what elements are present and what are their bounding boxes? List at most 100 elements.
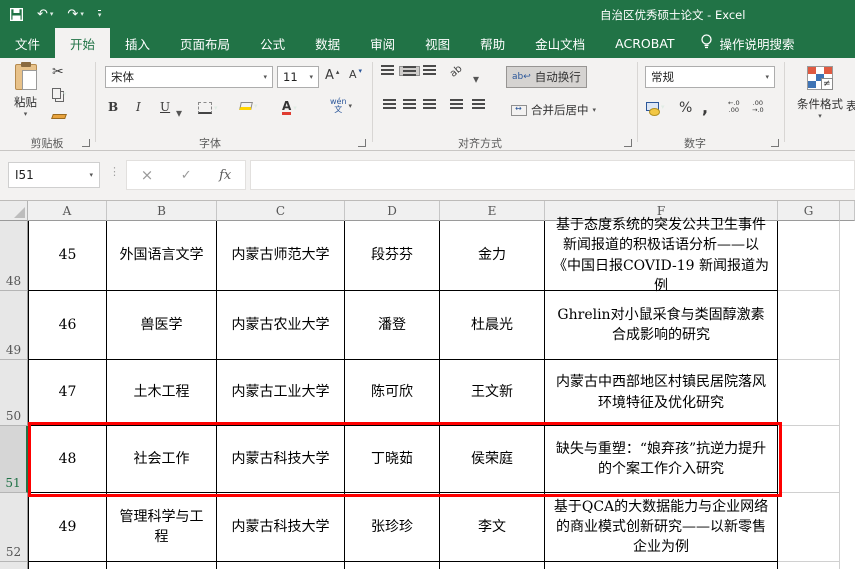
format-painter-button[interactable] [52,106,66,119]
name-box[interactable]: I51 ▾ [8,162,100,188]
cell-e52[interactable]: 李文 [440,493,545,562]
conditional-formatting-button[interactable]: ≠ 条件格式 ▾ [788,64,852,120]
tab-wps-docs[interactable]: 金山文档 [520,28,600,58]
cell-b49[interactable]: 兽医学 [107,291,217,360]
cell-a49[interactable]: 46 [28,291,107,360]
paste-button[interactable]: 粘贴 ▾ [14,64,37,118]
column-header-a[interactable]: A [28,201,107,221]
cell-f50[interactable]: 内蒙古中西部地区村镇民居院落风环境特征及优化研究 [545,360,778,426]
tell-me-search[interactable]: 操作说明搜索 [690,28,805,58]
cell-a51[interactable]: 48 [28,426,107,493]
cell-f53[interactable] [545,562,778,569]
underline-button[interactable]: U [160,100,170,114]
font-size-combo[interactable]: 11▾ [277,66,319,88]
tab-review[interactable]: 审阅 [355,28,410,58]
cell-f52[interactable]: 基于QCA的大数据能力与企业网络的商业模式创新研究——以新零售企业为例 [545,493,778,562]
percent-style-button[interactable]: % [679,100,692,116]
select-all-corner[interactable] [0,201,28,221]
cell-d52[interactable]: 张珍珍 [345,493,440,562]
cell-b50[interactable]: 土木工程 [107,360,217,426]
decrease-decimal-button[interactable]: .00 →.0 [752,100,764,114]
row-header-52[interactable]: 52 [0,493,28,562]
undo-button[interactable]: ↶▾ [37,7,53,22]
redo-button[interactable]: ↷▾ [67,7,83,22]
cell-a52[interactable]: 49 [28,493,107,562]
cell-e53[interactable] [440,562,545,569]
wrap-text-button[interactable]: ab↩ 自动换行 [506,66,587,88]
font-dialog-launcher[interactable] [358,139,366,147]
cell-f48[interactable]: 基于态度系统的突发公共卫生事件新闻报道的积极话语分析——以《中国日报COVID-… [545,221,778,291]
increase-font-size-button[interactable]: A▴ [325,68,339,83]
cell-d50[interactable]: 陈可欣 [345,360,440,426]
cell-b52[interactable]: 管理科学与工程 [107,493,217,562]
number-format-combo[interactable]: 常规▾ [645,66,775,88]
cell-h48[interactable] [840,221,855,291]
tab-file[interactable]: 文件 [0,28,55,58]
merge-center-button[interactable]: 合并后居中 ▾ [506,100,601,120]
borders-button[interactable]: ▾ [198,102,218,114]
format-as-table-label-partial[interactable]: 表 [846,98,855,114]
cell-e50[interactable]: 王文新 [440,360,545,426]
enter-icon[interactable]: ✓ [181,168,192,183]
row-header-51-active[interactable]: 51 [0,426,28,493]
cancel-icon[interactable]: × [141,166,154,184]
save-icon[interactable] [10,8,23,21]
row-header-53-partial[interactable] [0,562,28,569]
cell-b51[interactable]: 社会工作 [107,426,217,493]
number-dialog-launcher[interactable] [771,139,779,147]
tab-page-layout[interactable]: 页面布局 [165,28,245,58]
tab-view[interactable]: 视图 [410,28,465,58]
column-header-h-partial[interactable] [840,201,855,221]
cell-b53[interactable] [107,562,217,569]
increase-decimal-button[interactable]: ←.0 .00 [728,100,740,114]
alignment-dialog-launcher[interactable] [624,139,632,147]
cell-e48[interactable]: 金力 [440,221,545,291]
row-header-50[interactable]: 50 [0,360,28,426]
column-header-e[interactable]: E [440,201,545,221]
column-header-c[interactable]: C [217,201,345,221]
font-color-button[interactable]: A▾ [282,101,297,115]
underline-caret-icon[interactable]: ▾ [176,106,182,120]
cell-e51[interactable]: 侯荣庭 [440,426,545,493]
font-name-combo[interactable]: 宋体▾ [105,66,273,88]
column-header-d[interactable]: D [345,201,440,221]
orientation-caret-icon[interactable]: ▾ [473,72,479,86]
cell-a53[interactable] [28,562,107,569]
tab-formulas[interactable]: 公式 [245,28,300,58]
phonetic-guide-button[interactable]: wén 文▾ [330,98,352,114]
cell-d53[interactable] [345,562,440,569]
cell-f49[interactable]: Ghrelin对小鼠采食与类固醇激素合成影响的研究 [545,291,778,360]
insert-function-icon[interactable]: fx [219,168,231,183]
cell-h51[interactable] [840,426,855,493]
cell-h52[interactable] [840,493,855,562]
column-header-g[interactable]: G [778,201,840,221]
bold-button[interactable]: B [108,100,118,114]
tab-help[interactable]: 帮助 [465,28,520,58]
cell-g48[interactable] [778,221,840,291]
comma-style-button[interactable]: , [702,98,708,117]
tab-insert[interactable]: 插入 [110,28,165,58]
cell-d49[interactable]: 潘登 [345,291,440,360]
middle-align-button[interactable] [399,66,420,76]
formula-bar-grip-icon[interactable]: ⋮ [109,165,120,178]
accounting-format-button[interactable]: ▾ [646,102,665,111]
tab-home[interactable]: 开始 [55,28,110,58]
cell-g51[interactable] [778,426,840,493]
cell-f51[interactable]: 缺失与重塑：“娘弃孩”抗逆力提升的个案工作介入研究 [545,426,778,493]
clipboard-dialog-launcher[interactable] [82,139,90,147]
italic-button[interactable]: I [136,100,141,114]
cell-c52[interactable]: 内蒙古科技大学 [217,493,345,562]
row-header-48[interactable]: 48 [0,221,28,291]
cell-g53[interactable] [778,562,840,569]
cell-h50[interactable] [840,360,855,426]
fill-color-button[interactable]: ▾ [240,102,258,110]
cell-a50[interactable]: 47 [28,360,107,426]
cell-e49[interactable]: 杜晨光 [440,291,545,360]
formula-input[interactable] [250,160,855,190]
cut-button[interactable]: ✂ [52,64,64,80]
cell-a48[interactable]: 45 [28,221,107,291]
cell-c53[interactable] [217,562,345,569]
decrease-font-size-button[interactable]: A▾ [349,68,362,81]
cell-d51[interactable]: 丁晓茹 [345,426,440,493]
tab-acrobat[interactable]: ACROBAT [600,28,689,58]
